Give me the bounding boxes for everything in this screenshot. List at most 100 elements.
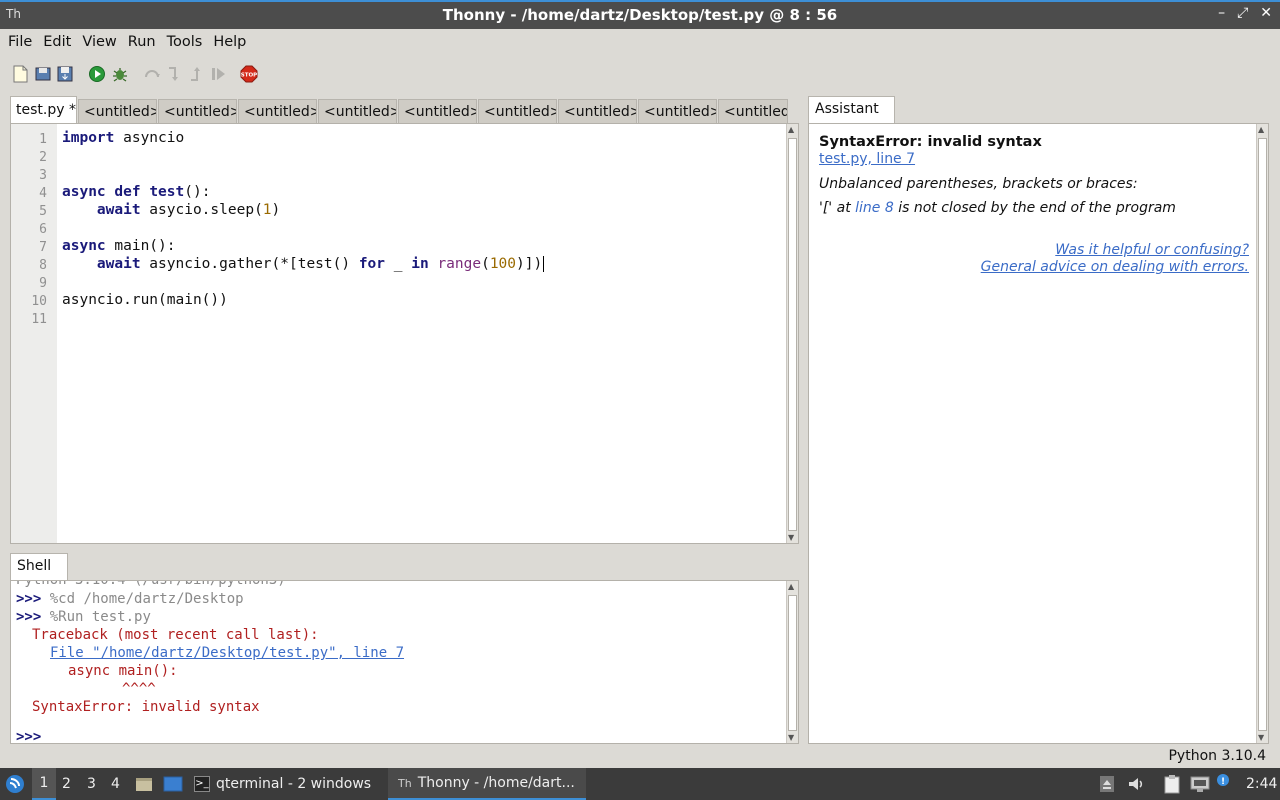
volume-icon[interactable] [1127, 775, 1145, 793]
shell-scrollbar[interactable]: ▲ ▼ [786, 581, 798, 743]
start-menu-icon[interactable] [5, 774, 25, 794]
assistant-error-title: SyntaxError: invalid syntax [819, 134, 1042, 150]
resume-icon[interactable] [209, 65, 227, 83]
tab-untitled[interactable]: <untitled> [78, 99, 157, 123]
tab-untitled[interactable]: <untitled> [718, 99, 788, 123]
file-manager-icon[interactable] [135, 775, 153, 793]
line-8-link[interactable]: line 8 [855, 200, 894, 216]
menu-view[interactable]: View [78, 34, 120, 50]
line-number: 1 [39, 132, 47, 147]
shell-command-line: >>> %cd /home/dartz/Desktop [16, 591, 244, 607]
line-number: 11 [31, 312, 47, 327]
code-line: async main(): [62, 238, 176, 254]
menu-tools[interactable]: Tools [163, 34, 207, 50]
scroll-down-icon[interactable]: ▼ [788, 533, 794, 542]
scroll-up-icon[interactable]: ▲ [1258, 125, 1264, 134]
workspace-4[interactable]: 4 [111, 768, 120, 800]
save-file-icon[interactable] [56, 65, 74, 83]
menu-file[interactable]: File [4, 34, 36, 50]
code-line: import asyncio [62, 130, 185, 146]
step-over-icon[interactable] [143, 65, 161, 83]
step-out-icon[interactable] [187, 65, 205, 83]
show-desktop-icon[interactable] [163, 775, 183, 793]
menu-bar: File Edit View Run Tools Help [0, 29, 1280, 55]
feedback-link[interactable]: Was it helpful or confusing? [819, 242, 1249, 259]
network-icon[interactable] [1190, 775, 1210, 793]
assistant-location-link[interactable]: test.py, line 7 [819, 151, 1249, 167]
tab-untitled[interactable]: <untitled> [238, 99, 317, 123]
tab-untitled[interactable]: <untitled> [558, 99, 637, 123]
svg-text:!: ! [1221, 777, 1225, 787]
thonny-app-icon: Th [398, 776, 412, 790]
task-thonny[interactable]: Th Thonny - /home/dart... [388, 768, 586, 800]
line-number: 10 [31, 294, 47, 309]
eject-icon[interactable] [1099, 775, 1115, 793]
stop-icon[interactable]: STOP [240, 65, 258, 83]
menu-help[interactable]: Help [209, 34, 250, 50]
assistant-scrollbar[interactable]: ▲ ▼ [1256, 124, 1268, 743]
workspace-1[interactable]: 1 [32, 768, 56, 800]
code-editor[interactable]: 1 2 3 4 5 6 7 8 9 10 11 import asyncio a… [10, 123, 799, 544]
shell-command-line: >>> %Run test.py [16, 609, 151, 625]
line-number: 7 [39, 240, 47, 255]
assistant-detail: '[' at line 8 is not closed by the end o… [819, 200, 1176, 216]
run-icon[interactable] [88, 65, 106, 83]
maximize-icon[interactable]: ⤢ [1237, 5, 1248, 21]
line-number: 6 [39, 222, 47, 237]
menu-edit[interactable]: Edit [39, 34, 75, 50]
tab-shell[interactable]: Shell × [10, 553, 68, 589]
scroll-down-icon[interactable]: ▼ [788, 733, 794, 742]
svg-text:STOP: STOP [241, 73, 257, 79]
code-line: await asycio.sleep(1) [96, 202, 281, 218]
close-icon[interactable]: ✕ [1260, 5, 1272, 21]
step-into-icon[interactable] [165, 65, 183, 83]
scroll-thumb[interactable] [788, 595, 797, 731]
title-bar[interactable]: Th Thonny - /home/dartz/Desktop/test.py … [0, 0, 1280, 29]
traceback-file-link[interactable]: File "/home/dartz/Desktop/test.py", line… [50, 645, 404, 661]
scroll-up-icon[interactable]: ▲ [788, 582, 794, 591]
scroll-up-icon[interactable]: ▲ [788, 125, 794, 134]
editor-scrollbar[interactable]: ▲ ▼ [786, 124, 798, 543]
scroll-thumb[interactable] [788, 138, 797, 531]
scroll-down-icon[interactable]: ▼ [1258, 733, 1264, 742]
editor-tab-bar: test.py * <untitled> <untitled> <untitle… [10, 96, 798, 123]
window-title: Thonny - /home/dartz/Desktop/test.py @ 8… [442, 6, 838, 24]
taskbar: 1 2 3 4 >_ qterminal - 2 windows Th Thon… [0, 768, 1280, 800]
terminal-icon: >_ [194, 776, 210, 792]
shell-output: Python 3.10.4 (/usr/bin/python3) [16, 580, 286, 588]
workspace-3[interactable]: 3 [87, 768, 96, 800]
line-number-gutter: 1 2 3 4 5 6 7 8 9 10 11 [11, 124, 57, 543]
traceback-caret: ^^^^ [122, 681, 156, 697]
workspace-2[interactable]: 2 [62, 768, 71, 800]
tab-untitled[interactable]: <untitled> [398, 99, 477, 123]
tab-untitled[interactable]: <untitled> [158, 99, 237, 123]
tab-untitled[interactable]: <untitled> [318, 99, 397, 123]
minimize-icon[interactable]: – [1218, 5, 1225, 21]
general-advice-link[interactable]: General advice on dealing with errors. [819, 259, 1249, 276]
toolbar: STOP [0, 60, 300, 88]
scroll-thumb[interactable] [1258, 138, 1267, 731]
tab-test-py[interactable]: test.py * [10, 96, 77, 123]
interpreter-status[interactable]: Python 3.10.4 [1168, 748, 1266, 764]
traceback-header: Traceback (most recent call last): [32, 627, 319, 643]
shell-panel[interactable]: Python 3.10.4 (/usr/bin/python3) >>> %cd… [10, 580, 799, 744]
line-number: 4 [39, 186, 47, 201]
shell-prompt[interactable]: >>> [16, 729, 41, 743]
line-number: 9 [39, 276, 47, 291]
code-line: async def test(): [62, 184, 211, 200]
notification-icon[interactable]: ! [1216, 773, 1232, 791]
debug-icon[interactable] [111, 65, 129, 83]
line-number: 2 [39, 150, 47, 165]
task-qterminal[interactable]: >_ qterminal - 2 windows [194, 768, 371, 800]
tab-assistant[interactable]: Assistant × [808, 96, 895, 132]
tab-untitled[interactable]: <untitled> [478, 99, 557, 123]
new-file-icon[interactable] [11, 65, 29, 83]
line-number: 3 [39, 168, 47, 183]
assistant-panel: SyntaxError: invalid syntax test.py, lin… [808, 123, 1269, 744]
tab-untitled[interactable]: <untitled> [638, 99, 717, 123]
open-file-icon[interactable] [34, 65, 52, 83]
code-line: asyncio.run(main()) [62, 292, 228, 308]
menu-run[interactable]: Run [124, 34, 160, 50]
clipboard-icon[interactable] [1163, 774, 1181, 794]
clock[interactable]: 2:44 [1246, 768, 1277, 800]
